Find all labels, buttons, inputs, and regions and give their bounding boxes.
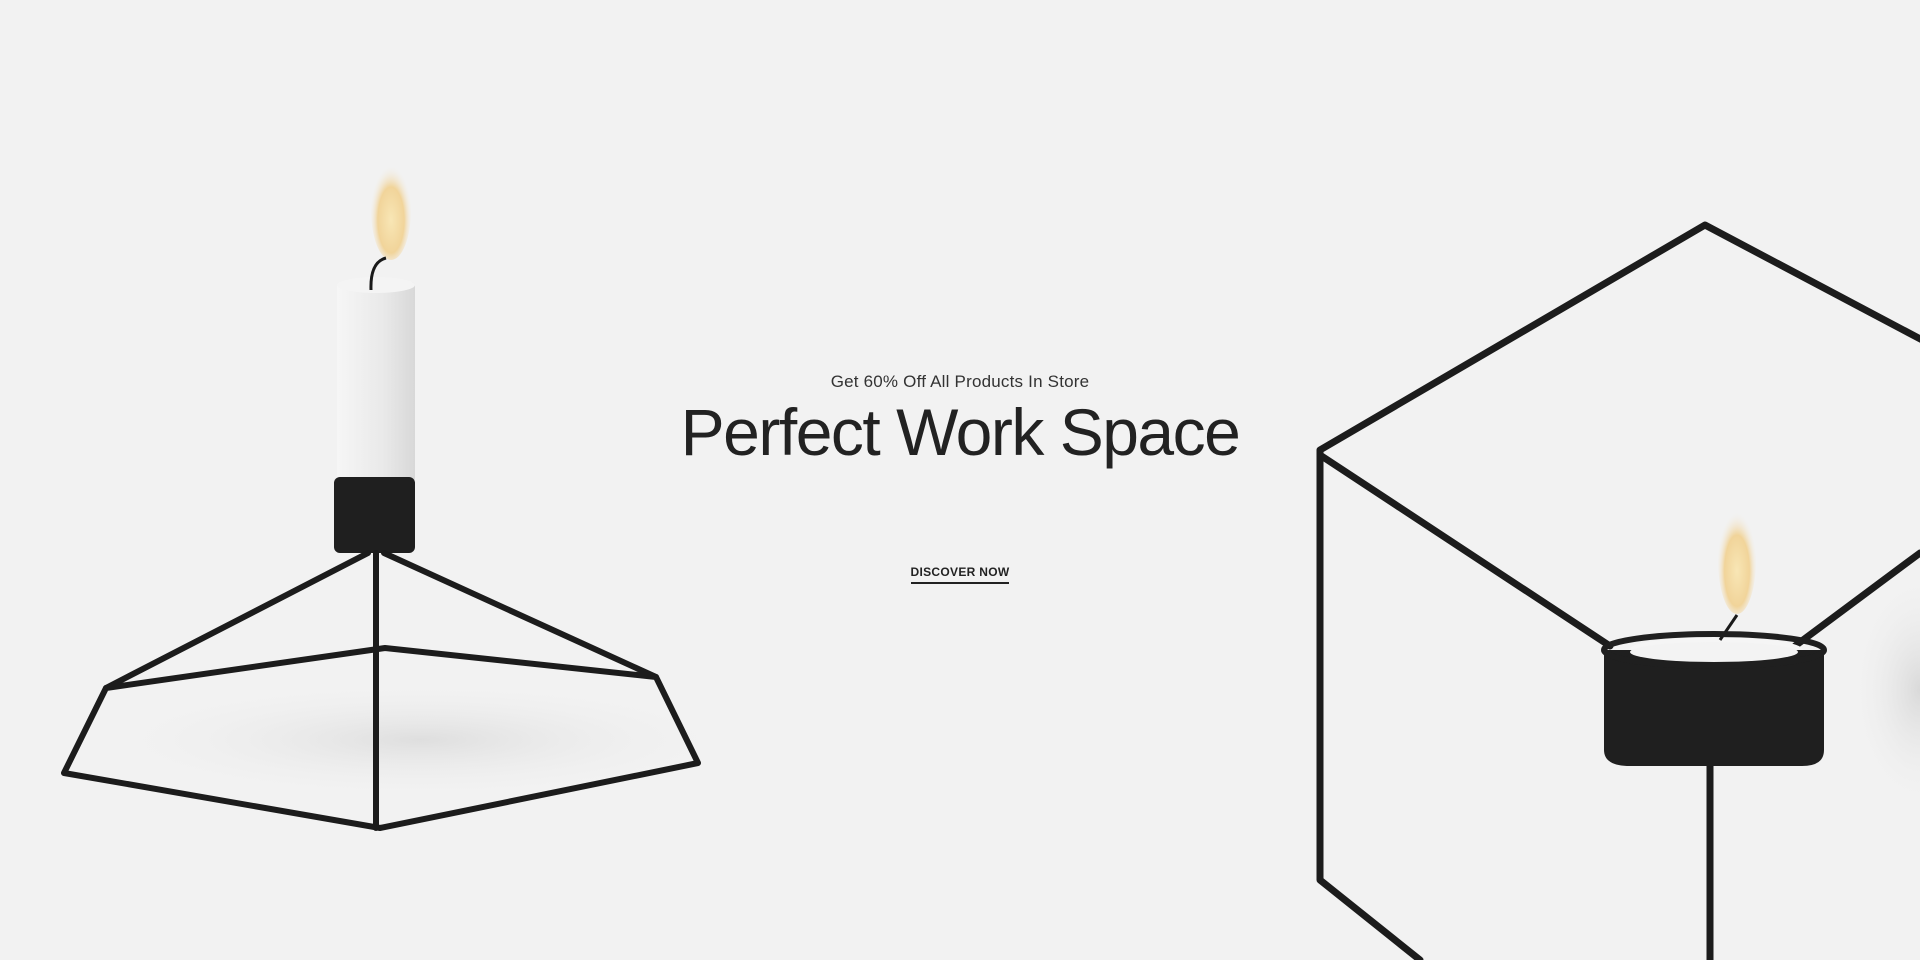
hero-subtitle: Get 60% Off All Products In Store bbox=[830, 372, 1090, 391]
discover-now-link[interactable]: DISCOVER NOW bbox=[910, 565, 1010, 584]
cta-container: DISCOVER NOW bbox=[0, 563, 1920, 584]
pentagon-candle-holder-image bbox=[61, 160, 750, 831]
hero-title: Perfect Work Space bbox=[680, 395, 1241, 469]
hero-banner: Get 60% Off All Products In Store Perfec… bbox=[0, 0, 1920, 960]
cube-tealight-holder-image bbox=[1316, 221, 1920, 960]
hero-text: Get 60% Off All Products In Store Perfec… bbox=[0, 372, 1920, 467]
